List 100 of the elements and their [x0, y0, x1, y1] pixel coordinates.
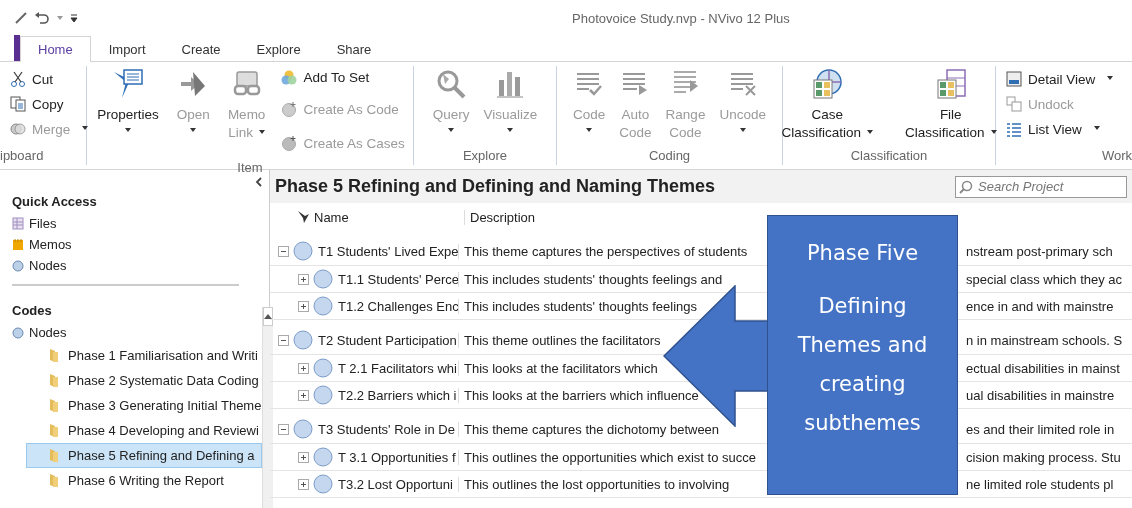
expand-toggle[interactable]: [298, 389, 309, 401]
table-cell: es and their limited role in: [966, 421, 1115, 437]
folder-item[interactable]: Phase 5 Refining and Defining a: [26, 443, 263, 468]
scroll-up-icon[interactable]: [264, 314, 273, 319]
folder-icon: [49, 398, 59, 413]
caret-icon[interactable]: [56, 14, 64, 21]
node-icon: [12, 259, 24, 272]
ribbon-button[interactable]: Case Classification: [777, 66, 877, 144]
node-icon: [313, 474, 333, 494]
group-label: Coding: [648, 148, 691, 165]
classification-icon: [811, 68, 844, 100]
ribbon-button[interactable]: Cut: [8, 68, 55, 90]
memo-icon: [12, 238, 24, 251]
ribbon-button[interactable]: Detail View: [1004, 68, 1116, 90]
expand-toggle[interactable]: [298, 451, 309, 463]
expand-toggle[interactable]: [278, 245, 289, 257]
classification-icon: [934, 68, 967, 100]
table-cell: This theme outlines the facilitators: [464, 332, 661, 348]
scrollbar[interactable]: [262, 307, 274, 508]
ribbon-button[interactable]: List View: [1004, 118, 1102, 140]
table-cell: This includes students' thoughts feelings and: [464, 271, 723, 287]
section-heading: Codes: [12, 303, 53, 318]
callout-heading: Phase Five: [806, 241, 919, 265]
folder-item[interactable]: Phase 3 Generating Initial Theme: [26, 393, 263, 418]
folder-icon: [49, 348, 59, 363]
table-cell: special class which they ac: [966, 271, 1123, 287]
folder-icon: [49, 423, 59, 438]
sets-icon: [281, 69, 298, 85]
table-cell: T1.2 Challenges Enc: [333, 298, 459, 314]
table-cell: T2.2 Barriers which i: [333, 387, 459, 403]
ribbon-button[interactable]: Properties: [93, 66, 163, 134]
table-cell: cision making process. Stu: [966, 449, 1121, 465]
pencil-icon[interactable]: [14, 10, 28, 25]
table-cell: This theme captures the dichotomy between: [464, 421, 720, 437]
collapse-icon[interactable]: [255, 177, 262, 187]
nav-item[interactable]: Memos: [12, 234, 269, 255]
folder-item[interactable]: Phase 1 Familiarisation and Writi: [26, 343, 263, 368]
nav-item[interactable]: Nodes: [12, 322, 263, 343]
nav-item[interactable]: Nodes: [12, 255, 269, 276]
folder-item[interactable]: Phase 2 Systematic Data Coding: [26, 368, 263, 393]
table-cell: T3 Students' Role in De: [313, 421, 459, 437]
window-icon: [1006, 71, 1022, 87]
column-header[interactable]: Name: [310, 209, 465, 225]
expand-toggle[interactable]: [278, 334, 289, 346]
column-header[interactable]: Description: [465, 209, 536, 225]
table-cell: This theme captures the perspectives of students: [464, 243, 748, 259]
node-icon: [293, 330, 313, 350]
table-cell: This looks at the facilitators which: [464, 360, 658, 376]
merge-icon: [10, 121, 26, 137]
group-label: ipboard: [0, 148, 44, 165]
table-cell: T1.1 Students' Perce: [333, 271, 459, 287]
customize-icon[interactable]: [70, 12, 78, 23]
ribbon-tab[interactable]: Import: [90, 36, 164, 62]
table-cell: ence in and with mainstre: [966, 298, 1114, 314]
ribbon-tab[interactable]: Home: [20, 36, 91, 62]
plus-circle-icon: [281, 101, 298, 117]
group-label: Explore: [462, 148, 508, 165]
folder-item[interactable]: Phase 4 Developing and Reviewi: [26, 418, 263, 443]
folder-icon: [49, 373, 59, 388]
expand-toggle[interactable]: [298, 362, 309, 374]
ribbon-tab[interactable]: Share: [318, 36, 390, 62]
pin-icon: [296, 210, 310, 224]
ribbon-button[interactable]: Copy: [8, 93, 66, 115]
search-field[interactable]: Search Project: [955, 175, 1127, 198]
copy-icon: [10, 96, 26, 112]
callout-text: Defining Themes and creating subthemes: [796, 293, 929, 437]
ribbon-tab[interactable]: Create: [163, 36, 239, 62]
table-cell: ectual disabilities in mainst: [966, 360, 1120, 376]
folder-item[interactable]: Phase 6 Writing the Report: [26, 468, 263, 493]
table-cell: T3.2 Lost Opportuni: [333, 476, 459, 492]
ribbon-button[interactable]: File Classification: [901, 66, 1001, 144]
view-title: Phase 5 Refining and Defining and Naming Themes: [275, 176, 716, 197]
nav-item[interactable]: Files: [12, 213, 269, 234]
files-icon: [12, 217, 24, 230]
search-icon: [435, 68, 468, 100]
undo-icon[interactable]: [34, 10, 50, 25]
node-icon: [313, 385, 333, 405]
folder-icon: [49, 448, 59, 463]
group-label: Work: [1101, 148, 1132, 165]
table-cell: T 3.1 Opportunities f: [333, 449, 459, 465]
expand-toggle[interactable]: [298, 300, 309, 312]
window-title: Photovoice Study.nvp - NVivo 12 Plus: [572, 11, 790, 26]
undock-icon: [1006, 96, 1022, 112]
node-icon: [313, 269, 333, 289]
table-cell: This includes students' thoughts feelings: [464, 298, 697, 314]
table-cell: This outlines the lost opportunities to involving: [464, 476, 730, 492]
list-icon: [1006, 121, 1022, 137]
node-icon: [313, 358, 333, 378]
expand-toggle[interactable]: [298, 273, 309, 285]
node-icon: [293, 419, 313, 439]
table-cell: T1 Students' Lived Expe: [313, 243, 459, 259]
ribbon-button[interactable]: Add To Set: [279, 66, 407, 88]
ribbon-tab[interactable]: Explore: [238, 36, 319, 62]
expand-toggle[interactable]: [278, 423, 289, 435]
expand-toggle[interactable]: [298, 478, 309, 490]
table-cell: ne limited role students pl: [966, 476, 1114, 492]
node-icon: [313, 296, 333, 316]
search-icon: [959, 179, 973, 194]
group-label: Item: [237, 160, 263, 177]
table-cell: This outlines the opportunities which exist to succe: [464, 449, 756, 465]
